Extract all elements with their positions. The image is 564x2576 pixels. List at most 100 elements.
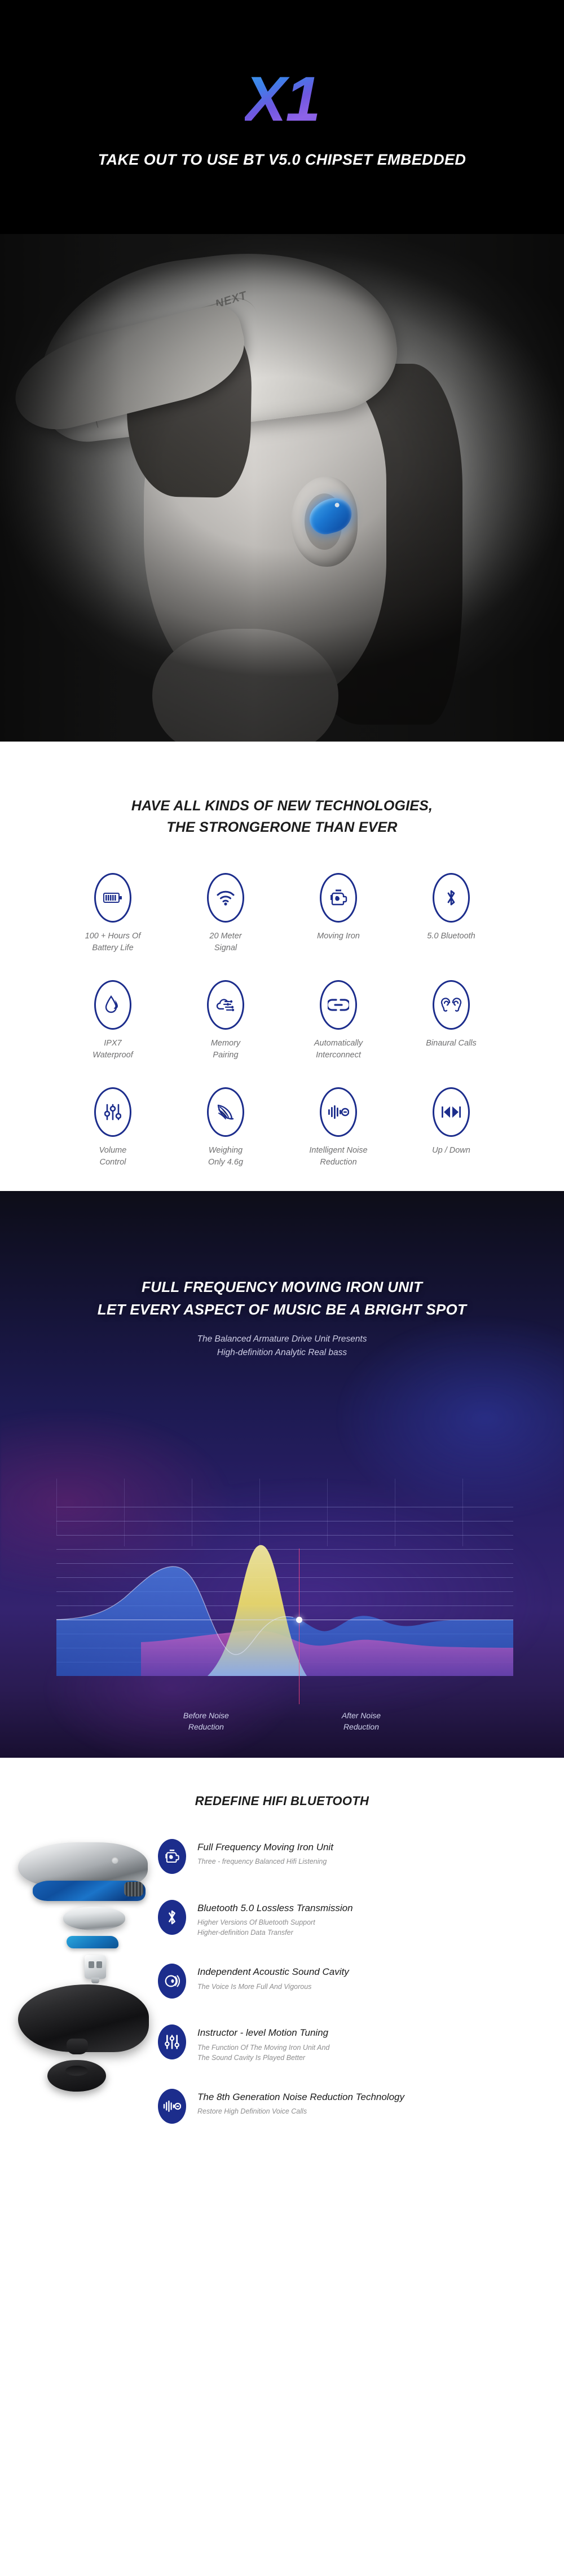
list-item-text: Independent Acoustic Sound Cavity The Vo…	[197, 1964, 349, 1991]
part-ear-tip	[47, 2060, 106, 2092]
list-item: Instructor - level Motion Tuning The Fun…	[158, 2024, 553, 2062]
sliders-icon	[158, 2024, 186, 2060]
feature-label: 20 Meter Signal	[209, 932, 242, 953]
part-black-shell	[18, 1984, 149, 2055]
feature-auto-interconnect: Automatically Interconnect	[282, 980, 395, 1061]
part-nozzle	[67, 2039, 88, 2055]
feature-label: Intelligent Noise Reduction	[309, 1146, 368, 1167]
water-drop-icon	[94, 980, 131, 1030]
redefine-title: REDEFINE HIFI BLUETOOTH	[195, 1794, 369, 1809]
feature-waterproof: IPX7 Waterproof	[56, 980, 169, 1061]
moving-iron-icon	[158, 1839, 186, 1874]
prev-next-track-icon	[433, 1087, 470, 1137]
feather-icon	[207, 1087, 244, 1137]
feature-binaural-calls: Binaural Calls	[395, 980, 508, 1061]
feature-volume-control: Volume Control	[56, 1087, 169, 1168]
noise-reduction-icon	[158, 2088, 186, 2124]
series-yellow-peak	[208, 1545, 307, 1677]
hero-heading-block: X1 TAKE OUT TO USE BT V5.0 CHIPSET EMBED…	[0, 0, 564, 234]
list-item-text: Bluetooth 5.0 Lossless Transmission High…	[197, 1900, 353, 1938]
list-item-title: Independent Acoustic Sound Cavity	[197, 1966, 349, 1978]
list-item-text: The 8th Generation Noise Reduction Techn…	[197, 2089, 404, 2116]
feature-bluetooth: 5.0 Bluetooth	[395, 873, 508, 954]
product-landing-page: X1 TAKE OUT TO USE BT V5.0 CHIPSET EMBED…	[0, 0, 564, 2373]
list-item: Independent Acoustic Sound Cavity The Vo…	[158, 1964, 553, 1999]
feature-label: Memory Pairing	[210, 1039, 241, 1060]
list-item-title: Full Frequency Moving Iron Unit	[197, 1842, 333, 1853]
feature-memory-pairing: Memory Pairing	[169, 980, 282, 1061]
features-section: HAVE ALL KINDS OF NEW TECHNOLOGIES, THE …	[0, 742, 564, 1192]
features-title-line1: HAVE ALL KINDS OF NEW TECHNOLOGIES,	[131, 798, 433, 814]
list-item-title: Instructor - level Motion Tuning	[197, 2027, 329, 2039]
hero-section: X1 TAKE OUT TO USE BT V5.0 CHIPSET EMBED…	[0, 0, 564, 742]
list-item-desc: Restore High Definition Voice Calls	[197, 2107, 307, 2115]
feature-label: 5.0 Bluetooth	[427, 932, 475, 941]
wifi-signal-icon	[207, 873, 244, 923]
two-ears-icon	[433, 980, 470, 1030]
part-lid-button	[112, 1857, 118, 1864]
feature-label: Volume Control	[99, 1146, 127, 1167]
wave-subtitle-line2: High-definition Analytic Real bass	[217, 1348, 347, 1358]
feature-label: Weighing Only 4.6g	[208, 1146, 244, 1167]
link-connect-icon	[320, 980, 357, 1030]
chart-waveforms	[56, 1545, 513, 1677]
part-metal-lid	[18, 1842, 148, 1887]
battery-icon	[94, 873, 131, 923]
frequency-chart	[56, 1479, 513, 1705]
bluetooth-icon	[158, 1900, 186, 1935]
feature-label: 100 + Hours Of Battery Life	[85, 932, 141, 953]
wave-title-line1: FULL FREQUENCY MOVING IRON UNIT	[141, 1278, 423, 1296]
feature-signal: 20 Meter Signal	[169, 873, 282, 954]
list-item: The 8th Generation Noise Reduction Techn…	[158, 2088, 553, 2124]
redefine-section: REDEFINE HIFI BLUETOOTH Full Frequency M…	[0, 1758, 564, 2373]
feature-label: Binaural Calls	[426, 1039, 477, 1048]
redefine-feature-list: Full Frequency Moving Iron Unit Three - …	[158, 1837, 553, 2333]
wave-subtitle-line1: The Balanced Armature Drive Unit Present…	[197, 1334, 367, 1344]
list-item-desc: Higher Versions Of Bluetooth Support Hig…	[197, 1918, 315, 1937]
noise-reduction-icon	[320, 1087, 357, 1137]
wave-comparison-labels: Before Noise Reduction After Noise Reduc…	[0, 1710, 564, 1733]
feature-noise-reduction: Intelligent Noise Reduction	[282, 1087, 395, 1168]
part-usb-connector	[85, 1955, 106, 1984]
feature-track-control: Up / Down	[395, 1087, 508, 1168]
wave-title: FULL FREQUENCY MOVING IRON UNIT LET EVER…	[0, 1276, 564, 1321]
list-item: Bluetooth 5.0 Lossless Transmission High…	[158, 1900, 553, 1938]
feature-label: Moving Iron	[317, 932, 360, 941]
list-item-text: Instructor - level Motion Tuning The Fun…	[197, 2024, 329, 2062]
feature-moving-iron: Moving Iron	[282, 873, 395, 954]
features-title: HAVE ALL KINDS OF NEW TECHNOLOGIES, THE …	[0, 796, 564, 838]
feature-label: Automatically Interconnect	[314, 1039, 363, 1060]
label-before-noise-reduction: Before Noise Reduction	[183, 1711, 229, 1732]
full-frequency-section: FULL FREQUENCY MOVING IRON UNIT LET EVER…	[0, 1191, 564, 1758]
features-title-line2: THE STRONGERONE THAN EVER	[166, 819, 398, 835]
wave-subtitle: The Balanced Armature Drive Unit Present…	[0, 1333, 564, 1361]
part-flex-connector	[67, 1936, 118, 1949]
list-item-desc: Three - frequency Balanced Hifi Listenin…	[197, 1858, 327, 1866]
hero-photo: NEXT	[0, 234, 564, 742]
list-item-desc: The Function Of The Moving Iron Unit And…	[197, 2043, 330, 2062]
list-item-text: Full Frequency Moving Iron Unit Three - …	[197, 1839, 333, 1867]
list-item-desc: The Voice Is More Full And Vigorous	[197, 1982, 312, 1991]
moving-iron-icon	[320, 873, 357, 923]
feature-weight: Weighing Only 4.6g	[169, 1087, 282, 1168]
features-grid: 100 + Hours Of Battery Life 20 Meter Sig…	[56, 873, 508, 1168]
feature-battery: 100 + Hours Of Battery Life	[56, 873, 169, 954]
wave-heading-block: FULL FREQUENCY MOVING IRON UNIT LET EVER…	[0, 1191, 564, 1360]
part-battery-cell	[63, 1907, 125, 1931]
label-after-noise-reduction: After Noise Reduction	[341, 1711, 381, 1732]
feature-label: IPX7 Waterproof	[92, 1039, 133, 1060]
exploded-product-diagram	[6, 1837, 158, 2333]
redefine-body: Full Frequency Moving Iron Unit Three - …	[0, 1837, 564, 2333]
part-circuit-board	[33, 1881, 146, 1902]
photo-vignette	[0, 234, 564, 742]
bluetooth-icon	[433, 873, 470, 923]
feature-label: Up / Down	[432, 1146, 470, 1155]
sound-cavity-icon	[158, 1964, 186, 1999]
sliders-icon	[94, 1087, 131, 1137]
hero-tagline: TAKE OUT TO USE BT V5.0 CHIPSET EMBEDDED	[98, 151, 466, 168]
memory-chip-icon	[207, 980, 244, 1030]
list-item-title: The 8th Generation Noise Reduction Techn…	[197, 2091, 404, 2102]
product-logo: X1	[244, 64, 321, 134]
wave-title-line2: LET EVERY ASPECT OF MUSIC BE A BRIGHT SP…	[97, 1301, 467, 1318]
list-item-title: Bluetooth 5.0 Lossless Transmission	[197, 1903, 353, 1914]
